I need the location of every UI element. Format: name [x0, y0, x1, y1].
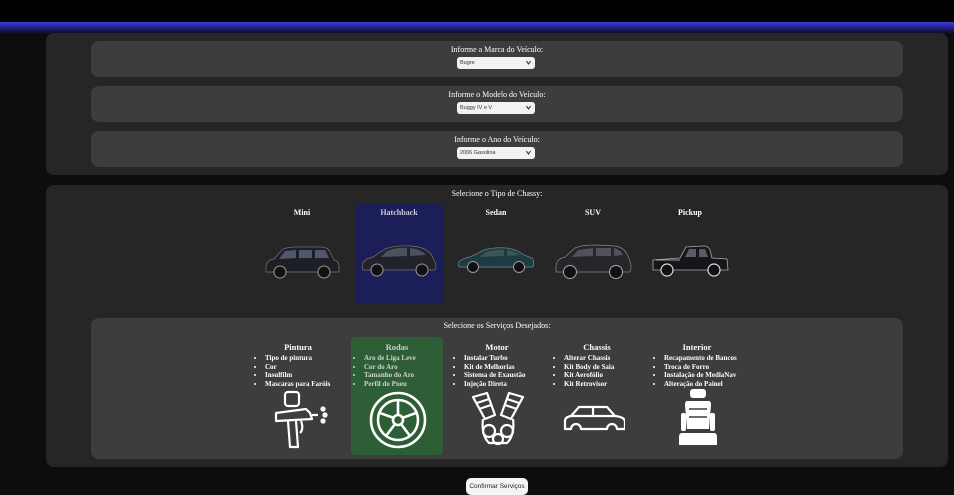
service-items: Recapamento de Bancos Troca de Forro Ins…	[651, 354, 743, 388]
chassis-option-sedan[interactable]: Sedan	[452, 204, 540, 304]
service-group-motor[interactable]: Motor Instalar Turbo Kit de Melhorias Si…	[451, 337, 543, 455]
model-select-value: Buggy IV e V	[460, 105, 493, 111]
year-section: Informe o Ano do Veículo: 2006 Gasolina	[91, 131, 903, 167]
service-items: Aro de Liga Leve Cor do Aro Tamanho do A…	[351, 354, 443, 388]
list-item[interactable]: Perfil do Pneu	[364, 380, 443, 389]
list-item[interactable]: Kit Retrovisor	[564, 380, 643, 389]
brand-section: Informe a Marca do Veículo: Bugre	[91, 41, 903, 77]
service-items: Tipo de pintura Cor Insulfilm Mascaras p…	[252, 354, 344, 388]
year-select[interactable]: 2006 Gasolina	[457, 147, 535, 159]
service-group-name: Interior	[682, 342, 712, 352]
chassis-option-suv[interactable]: SUV	[549, 204, 637, 304]
list-item[interactable]: Kit de Melhorias	[464, 363, 543, 372]
service-group-interior[interactable]: Interior Recapamento de Bancos Troca de …	[651, 337, 743, 455]
list-item[interactable]: Kit Body de Saia	[564, 363, 643, 372]
list-item[interactable]: Alteração do Painel	[664, 380, 743, 389]
chassis-option-hatchback[interactable]: Hatchback	[355, 204, 443, 304]
service-group-name: Rodas	[385, 342, 409, 352]
list-item[interactable]: Alterar Chassis	[564, 354, 643, 363]
list-item[interactable]: Insulfilm	[265, 371, 344, 380]
services-section: Selecione os Serviços Desejados: Pintura…	[91, 318, 903, 459]
chassis-name: Hatchback	[380, 208, 418, 217]
year-label: Informe o Ano do Veículo:	[454, 135, 540, 144]
year-select-value: 2006 Gasolina	[460, 150, 496, 156]
wheel-icon	[369, 391, 427, 449]
engine-icon	[471, 391, 525, 446]
list-item[interactable]: Tamanho do Aro	[364, 371, 443, 380]
car-outline-icon	[563, 405, 625, 431]
vehicle-info-panel: Informe a Marca do Veículo: Bugre Inform…	[46, 33, 948, 175]
list-item[interactable]: Instalar Turbo	[464, 354, 543, 363]
spray-gun-icon	[274, 390, 328, 449]
list-item[interactable]: Cor do Aro	[364, 363, 443, 372]
service-items: Alterar Chassis Kit Body de Saia Kit Aer…	[551, 354, 643, 388]
top-bar	[0, 0, 954, 22]
service-items: Instalar Turbo Kit de Melhorias Sistema …	[451, 354, 543, 388]
brand-label: Informe a Marca do Veículo:	[450, 45, 544, 54]
list-item[interactable]: Aro de Liga Leve	[364, 354, 443, 363]
sedan-car-icon	[457, 247, 535, 273]
model-section: Informe o Modelo do Veículo: Buggy IV e …	[91, 86, 903, 122]
brand-select-value: Bugre	[460, 60, 475, 66]
services-title: Selecione os Serviços Desejados:	[443, 321, 551, 330]
service-group-rodas[interactable]: Rodas Aro de Liga Leve Cor do Aro Tamanh…	[351, 337, 443, 455]
chassis-option-mini[interactable]: Mini	[258, 204, 346, 304]
list-item[interactable]: Kit Aerofólio	[564, 371, 643, 380]
list-item[interactable]: Injeção Direta	[464, 380, 543, 389]
service-group-chassis[interactable]: Chassis Alterar Chassis Kit Body de Saia…	[551, 337, 643, 455]
service-group-name: Pintura	[284, 342, 312, 352]
customization-panel: Selecione o Tipo de Chassy: Mini Hatchba…	[46, 185, 948, 467]
chassis-name: SUV	[584, 208, 601, 217]
car-seat-icon	[679, 389, 717, 445]
list-item[interactable]: Sistema de Exaustão	[464, 371, 543, 380]
pickup-truck-icon	[652, 245, 729, 277]
chevron-down-icon	[525, 105, 532, 110]
confirm-services-button[interactable]: Confirmar Serviços	[466, 478, 528, 495]
list-item[interactable]: Recapamento de Bancos	[664, 354, 743, 363]
chevron-down-icon	[525, 150, 532, 155]
chassis-name: Mini	[293, 208, 311, 217]
chassis-name: Pickup	[677, 208, 702, 217]
list-item[interactable]: Cor	[265, 363, 344, 372]
suv-car-icon	[555, 244, 632, 279]
list-item[interactable]: Troca de Forro	[664, 363, 743, 372]
service-group-name: Motor	[485, 342, 509, 352]
chassis-name: Sedan	[485, 208, 507, 217]
service-group-pintura[interactable]: Pintura Tipo de pintura Cor Insulfilm Ma…	[252, 337, 344, 455]
chevron-down-icon	[525, 60, 532, 65]
model-select[interactable]: Buggy IV e V	[457, 102, 535, 114]
brand-select[interactable]: Bugre	[457, 57, 535, 69]
service-group-name: Chassis	[583, 342, 611, 352]
chassis-option-pickup[interactable]: Pickup	[646, 204, 734, 304]
model-label: Informe o Modelo do Veículo:	[448, 90, 546, 99]
chassis-title: Selecione o Tipo de Chassy:	[451, 189, 543, 198]
mini-car-icon	[265, 246, 340, 279]
hatchback-car-icon	[361, 245, 437, 277]
list-item[interactable]: Tipo de pintura	[265, 354, 344, 363]
list-item[interactable]: Mascaras para Faróis	[265, 380, 344, 389]
list-item[interactable]: Instalação de MediaNav	[664, 371, 743, 380]
